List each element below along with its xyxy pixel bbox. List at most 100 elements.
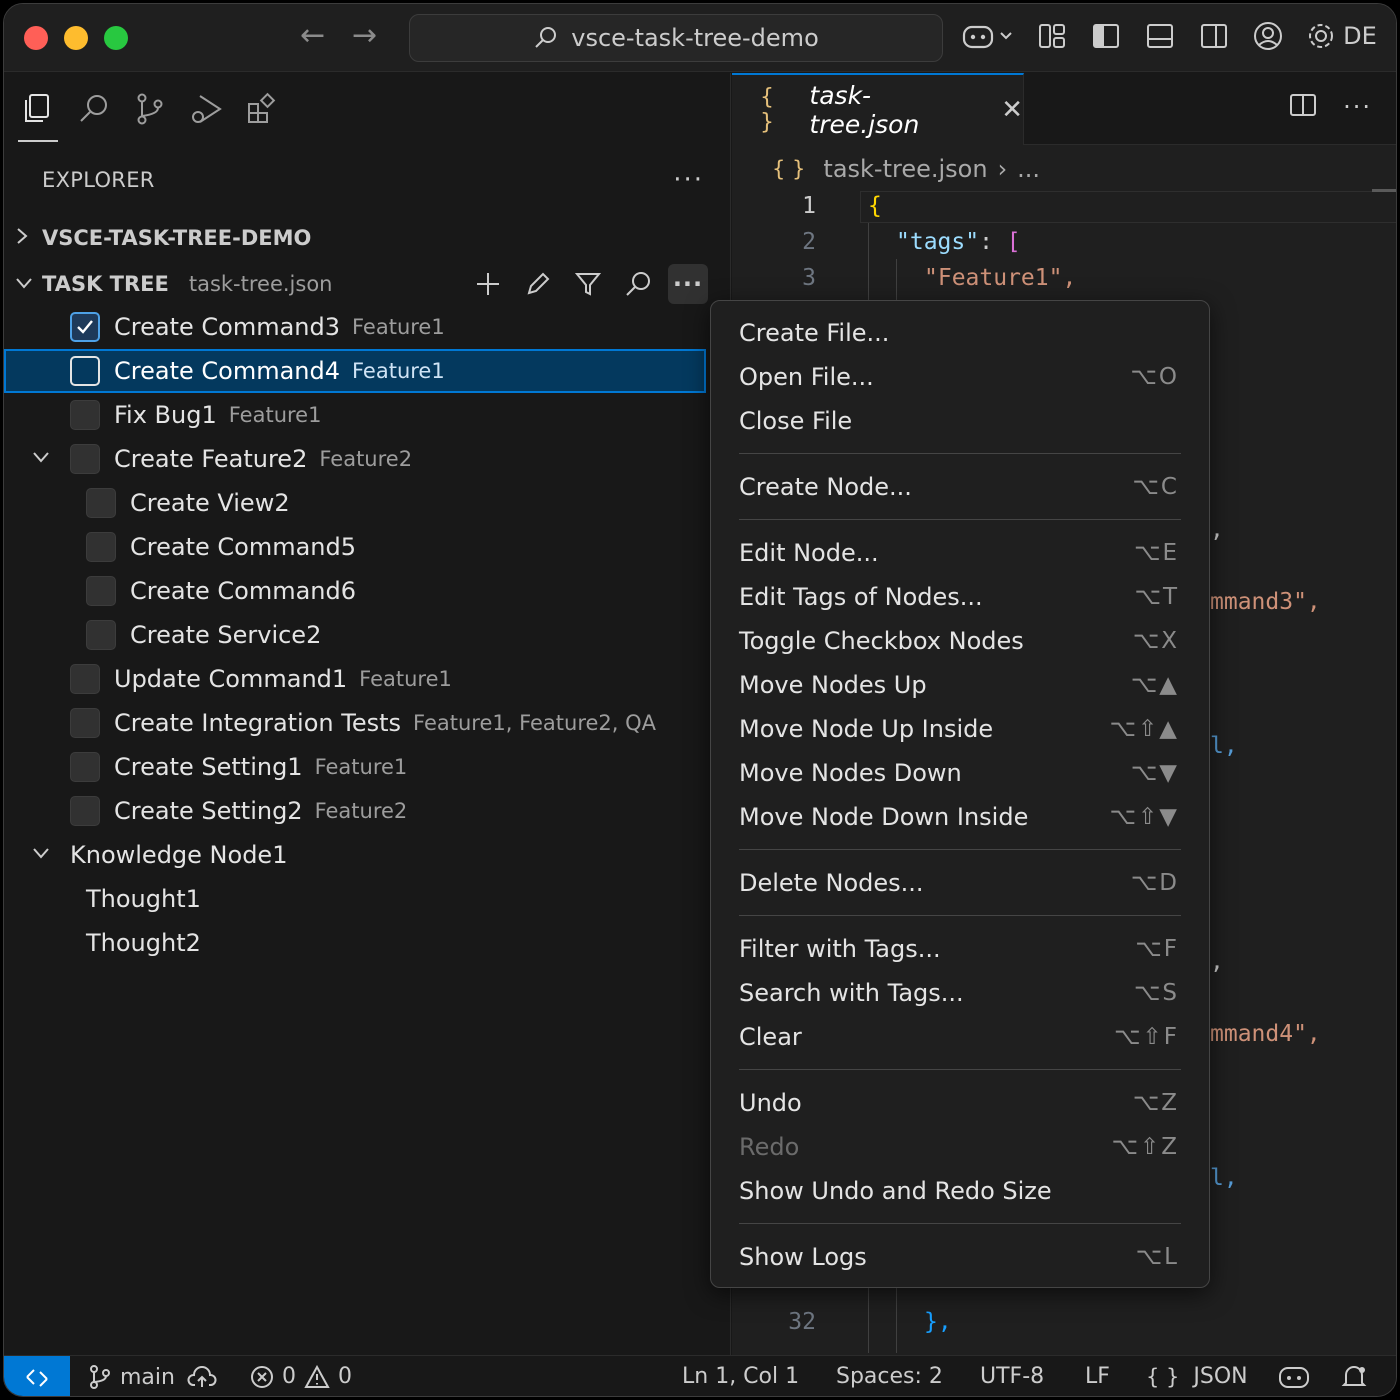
toggle-panel-icon[interactable] (1142, 18, 1178, 54)
editor-more-actions-icon[interactable]: ··· (1343, 93, 1372, 121)
menu-item[interactable]: Filter with Tags... ⌥F (711, 927, 1209, 971)
task-checkbox[interactable] (86, 576, 116, 606)
tree-item[interactable]: Create Command3 Feature1 (4, 305, 706, 349)
breadcrumb-file[interactable]: task-tree.json (823, 155, 987, 183)
filter-icon[interactable] (568, 264, 608, 304)
code-fragment: l, (1210, 1165, 1238, 1191)
menu-item[interactable]: Open File... ⌥O (711, 355, 1209, 399)
breadcrumb-more[interactable]: ... (1017, 155, 1040, 183)
copilot-icon[interactable] (960, 18, 1016, 54)
search-view-icon[interactable] (74, 89, 114, 129)
tree-item[interactable]: Create Feature2 Feature2 (4, 437, 706, 481)
tasktree-section-header[interactable]: TASK TREE task-tree.json ··· (4, 261, 730, 307)
code-line-2: "tags": [ (896, 229, 1021, 255)
scrollbar-thumb[interactable] (1372, 189, 1396, 192)
maximize-window-button[interactable] (104, 26, 128, 50)
explorer-icon[interactable] (18, 76, 58, 142)
menu-item[interactable]: Show Undo and Redo Size (711, 1169, 1209, 1213)
tree-item[interactable]: Create Command4 Feature1 (4, 349, 706, 393)
language-mode[interactable]: { } JSON (1146, 1364, 1248, 1389)
split-editor-icon[interactable] (1289, 91, 1317, 123)
task-checkbox[interactable] (70, 664, 100, 694)
explorer-more-actions-icon[interactable]: ··· (673, 165, 704, 195)
copilot-status-icon[interactable] (1278, 1364, 1310, 1390)
tree-item[interactable]: Create Command5 (4, 525, 706, 569)
task-checkbox[interactable] (70, 444, 100, 474)
tree-item[interactable]: Create Command6 (4, 569, 706, 613)
tree-item[interactable]: Thought2 (4, 921, 706, 965)
menu-item[interactable]: Search with Tags... ⌥S (711, 971, 1209, 1015)
task-checkbox[interactable] (70, 708, 100, 738)
search-tags-icon[interactable] (618, 264, 658, 304)
menu-item[interactable]: Undo ⌥Z (711, 1081, 1209, 1125)
edit-pencil-icon[interactable] (518, 264, 558, 304)
menu-item[interactable]: Clear ⌥⇧F (711, 1015, 1209, 1059)
chevron-down-icon[interactable] (30, 842, 52, 870)
tree-item[interactable]: Create Setting2 Feature2 (4, 789, 706, 833)
layout-customize-icon[interactable] (1034, 18, 1070, 54)
more-actions-icon[interactable]: ··· (668, 264, 708, 304)
tree-item-label: Update Command1 (114, 665, 348, 693)
tree-item[interactable]: Create Setting1 Feature1 (4, 745, 706, 789)
tree-item[interactable]: Create View2 (4, 481, 706, 525)
menu-item[interactable]: Delete Nodes... ⌥D (711, 861, 1209, 905)
task-checkbox[interactable] (70, 796, 100, 826)
eol-status[interactable]: LF (1085, 1364, 1110, 1389)
problems-status[interactable]: 0 0 (250, 1364, 352, 1389)
task-checkbox[interactable] (70, 400, 100, 430)
close-window-button[interactable] (24, 26, 48, 50)
notifications-bell-icon[interactable] (1340, 1364, 1368, 1390)
tree-item[interactable]: Create Service2 (4, 613, 706, 657)
command-center-text: vsce-task-tree-demo (571, 24, 819, 52)
cloud-upload-icon[interactable] (187, 1365, 217, 1389)
breadcrumb-separator-icon: › (997, 155, 1008, 183)
tree-item[interactable]: Create Integration Tests Feature1, Featur… (4, 701, 706, 745)
extensions-icon[interactable] (242, 89, 282, 129)
forward-arrow-icon[interactable]: → (352, 18, 377, 53)
menu-item[interactable]: Move Node Down Inside ⌥⇧▼ (711, 795, 1209, 839)
chevron-down-icon[interactable] (30, 446, 52, 474)
remote-icon (26, 1368, 48, 1387)
tab-task-tree-json[interactable]: { } task-tree.json ✕ (732, 73, 1024, 145)
tree-item[interactable]: Fix Bug1 Feature1 (4, 393, 706, 437)
manage-settings-button[interactable]: DE (1304, 18, 1378, 54)
run-debug-icon[interactable] (186, 89, 226, 129)
back-arrow-icon[interactable]: ← (300, 18, 325, 53)
menu-item[interactable]: Edit Node... ⌥E (711, 531, 1209, 575)
menu-item[interactable]: Move Nodes Up ⌥▲ (711, 663, 1209, 707)
tree-item-label: Create Command6 (130, 577, 356, 605)
account-icon[interactable] (1250, 18, 1286, 54)
command-center-search[interactable]: vsce-task-tree-demo (409, 14, 943, 62)
source-control-icon[interactable] (130, 89, 170, 129)
task-checkbox[interactable] (70, 752, 100, 782)
toggle-primary-sidebar-icon[interactable] (1088, 18, 1124, 54)
branch-status[interactable]: main (88, 1364, 217, 1390)
menu-item[interactable]: Show Logs ⌥L (711, 1235, 1209, 1279)
encoding-status[interactable]: UTF-8 (980, 1364, 1044, 1389)
task-checkbox[interactable] (70, 356, 100, 386)
tree-item[interactable]: Update Command1 Feature1 (4, 657, 706, 701)
menu-item[interactable]: Create Node... ⌥C (711, 465, 1209, 509)
menu-item[interactable]: Toggle Checkbox Nodes ⌥X (711, 619, 1209, 663)
task-checkbox[interactable] (70, 312, 100, 342)
remote-indicator-button[interactable] (4, 1356, 70, 1396)
task-checkbox[interactable] (86, 532, 116, 562)
folder-section-header[interactable]: VSCE-TASK-TREE-DEMO (4, 215, 730, 261)
tree-item[interactable]: Thought1 (4, 877, 706, 921)
add-node-icon[interactable] (468, 264, 508, 304)
cursor-position[interactable]: Ln 1, Col 1 (682, 1364, 799, 1389)
menu-item[interactable]: Move Nodes Down ⌥▼ (711, 751, 1209, 795)
menu-item-label: Delete Nodes... (739, 869, 924, 897)
task-checkbox[interactable] (86, 620, 116, 650)
tree-item[interactable]: Knowledge Node1 (4, 833, 706, 877)
close-tab-icon[interactable]: ✕ (1001, 95, 1023, 125)
menu-item[interactable]: Create File... (711, 311, 1209, 355)
account-label: DE (1343, 22, 1377, 50)
task-checkbox[interactable] (86, 488, 116, 518)
indentation-status[interactable]: Spaces: 2 (836, 1364, 943, 1389)
menu-item[interactable]: Edit Tags of Nodes... ⌥T (711, 575, 1209, 619)
minimize-window-button[interactable] (64, 26, 88, 50)
toggle-secondary-sidebar-icon[interactable] (1196, 18, 1232, 54)
menu-item[interactable]: Move Node Up Inside ⌥⇧▲ (711, 707, 1209, 751)
menu-item[interactable]: Close File (711, 399, 1209, 443)
